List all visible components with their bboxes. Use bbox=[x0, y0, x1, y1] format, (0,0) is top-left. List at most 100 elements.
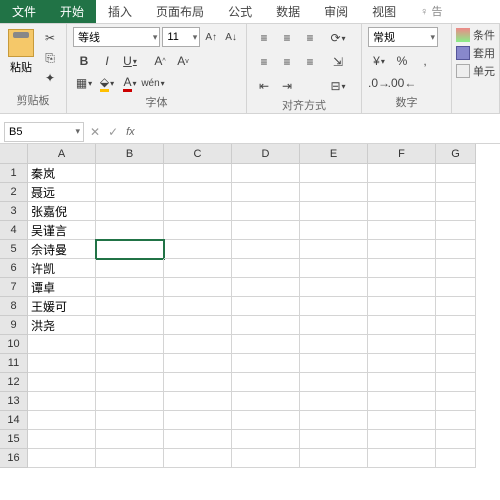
align-middle-button[interactable]: ≡ bbox=[276, 27, 298, 49]
cell-C13[interactable] bbox=[164, 392, 232, 411]
font-color-button[interactable]: A bbox=[119, 72, 141, 94]
fx-button[interactable]: fx bbox=[126, 126, 135, 138]
cell-F8[interactable] bbox=[368, 297, 436, 316]
cell-G12[interactable] bbox=[436, 373, 476, 392]
row-header-10[interactable]: 10 bbox=[0, 335, 28, 354]
number-format-combo[interactable]: 常规 bbox=[368, 27, 438, 47]
increase-indent-button[interactable]: ⇥ bbox=[276, 75, 298, 97]
cell-A14[interactable] bbox=[28, 411, 96, 430]
cell-B14[interactable] bbox=[96, 411, 164, 430]
cell-G1[interactable] bbox=[436, 164, 476, 183]
cell-E9[interactable] bbox=[300, 316, 368, 335]
cell-B3[interactable] bbox=[96, 202, 164, 221]
tell-me[interactable]: ♀ 告 bbox=[408, 0, 454, 23]
cell-F2[interactable] bbox=[368, 183, 436, 202]
underline-button[interactable]: U bbox=[119, 50, 141, 72]
decrease-font-button[interactable]: A↓ bbox=[222, 27, 240, 47]
cell-C8[interactable] bbox=[164, 297, 232, 316]
cell-E14[interactable] bbox=[300, 411, 368, 430]
accept-formula-button[interactable]: ✓ bbox=[108, 125, 118, 139]
decrease-indent-button[interactable]: ⇤ bbox=[253, 75, 275, 97]
cell-E13[interactable] bbox=[300, 392, 368, 411]
col-header-C[interactable]: C bbox=[164, 144, 232, 164]
cell-F7[interactable] bbox=[368, 278, 436, 297]
cell-D13[interactable] bbox=[232, 392, 300, 411]
phonetic-button[interactable]: wén bbox=[142, 72, 164, 94]
cell-E16[interactable] bbox=[300, 449, 368, 468]
align-top-button[interactable]: ≡ bbox=[253, 27, 275, 49]
cell-D14[interactable] bbox=[232, 411, 300, 430]
cell-A13[interactable] bbox=[28, 392, 96, 411]
col-header-E[interactable]: E bbox=[300, 144, 368, 164]
cell-F14[interactable] bbox=[368, 411, 436, 430]
decrease-decimal-button[interactable]: .00← bbox=[391, 72, 413, 94]
cell-A15[interactable] bbox=[28, 430, 96, 449]
cell-A11[interactable] bbox=[28, 354, 96, 373]
cell-E5[interactable] bbox=[300, 240, 368, 259]
cell-B13[interactable] bbox=[96, 392, 164, 411]
font-sub-button[interactable]: Av bbox=[172, 50, 194, 72]
cell-A7[interactable]: 谭卓 bbox=[28, 278, 96, 297]
align-left-button[interactable]: ≡ bbox=[253, 51, 275, 73]
cell-F9[interactable] bbox=[368, 316, 436, 335]
cell-F16[interactable] bbox=[368, 449, 436, 468]
cell-F6[interactable] bbox=[368, 259, 436, 278]
cell-A6[interactable]: 许凯 bbox=[28, 259, 96, 278]
cell-C4[interactable] bbox=[164, 221, 232, 240]
cell-B1[interactable] bbox=[96, 164, 164, 183]
cell-G15[interactable] bbox=[436, 430, 476, 449]
format-table-button[interactable]: 套用 bbox=[456, 45, 495, 61]
cell-F1[interactable] bbox=[368, 164, 436, 183]
cell-C16[interactable] bbox=[164, 449, 232, 468]
select-all-corner[interactable] bbox=[0, 144, 28, 164]
cell-E12[interactable] bbox=[300, 373, 368, 392]
font-name-combo[interactable]: 等线 bbox=[73, 27, 160, 47]
col-header-G[interactable]: G bbox=[436, 144, 476, 164]
cancel-formula-button[interactable]: ✕ bbox=[90, 125, 100, 139]
tab-page-layout[interactable]: 页面布局 bbox=[144, 0, 216, 23]
spreadsheet-grid[interactable]: 12345678910111213141516 ABCDEFG 秦岚聂远张嘉倪吴… bbox=[0, 144, 500, 468]
cell-C15[interactable] bbox=[164, 430, 232, 449]
row-header-4[interactable]: 4 bbox=[0, 221, 28, 240]
cell-F3[interactable] bbox=[368, 202, 436, 221]
row-header-9[interactable]: 9 bbox=[0, 316, 28, 335]
cell-A2[interactable]: 聂远 bbox=[28, 183, 96, 202]
cell-D4[interactable] bbox=[232, 221, 300, 240]
row-header-13[interactable]: 13 bbox=[0, 392, 28, 411]
col-header-B[interactable]: B bbox=[96, 144, 164, 164]
row-header-15[interactable]: 15 bbox=[0, 430, 28, 449]
cell-B10[interactable] bbox=[96, 335, 164, 354]
cell-G10[interactable] bbox=[436, 335, 476, 354]
row-header-7[interactable]: 7 bbox=[0, 278, 28, 297]
format-painter-button[interactable]: ✦ bbox=[40, 69, 60, 87]
cell-G2[interactable] bbox=[436, 183, 476, 202]
cell-G13[interactable] bbox=[436, 392, 476, 411]
cell-B11[interactable] bbox=[96, 354, 164, 373]
currency-button[interactable]: ¥ bbox=[368, 50, 390, 72]
comma-button[interactable]: , bbox=[414, 50, 436, 72]
tab-data[interactable]: 数据 bbox=[264, 0, 312, 23]
increase-font-button[interactable]: A↑ bbox=[202, 27, 220, 47]
cell-C14[interactable] bbox=[164, 411, 232, 430]
cell-F15[interactable] bbox=[368, 430, 436, 449]
row-header-11[interactable]: 11 bbox=[0, 354, 28, 373]
cell-B7[interactable] bbox=[96, 278, 164, 297]
row-header-1[interactable]: 1 bbox=[0, 164, 28, 183]
cell-F10[interactable] bbox=[368, 335, 436, 354]
cell-A3[interactable]: 张嘉倪 bbox=[28, 202, 96, 221]
cell-G11[interactable] bbox=[436, 354, 476, 373]
cell-B12[interactable] bbox=[96, 373, 164, 392]
tab-review[interactable]: 审阅 bbox=[312, 0, 360, 23]
row-header-12[interactable]: 12 bbox=[0, 373, 28, 392]
cell-G14[interactable] bbox=[436, 411, 476, 430]
cell-A8[interactable]: 王媛可 bbox=[28, 297, 96, 316]
align-center-button[interactable]: ≡ bbox=[276, 51, 298, 73]
wrap-text-button[interactable]: ⇲ bbox=[327, 51, 349, 73]
cell-D3[interactable] bbox=[232, 202, 300, 221]
cell-E11[interactable] bbox=[300, 354, 368, 373]
row-header-14[interactable]: 14 bbox=[0, 411, 28, 430]
cell-B16[interactable] bbox=[96, 449, 164, 468]
paste-button[interactable]: 粘贴 bbox=[6, 27, 36, 87]
cell-F12[interactable] bbox=[368, 373, 436, 392]
col-header-A[interactable]: A bbox=[28, 144, 96, 164]
